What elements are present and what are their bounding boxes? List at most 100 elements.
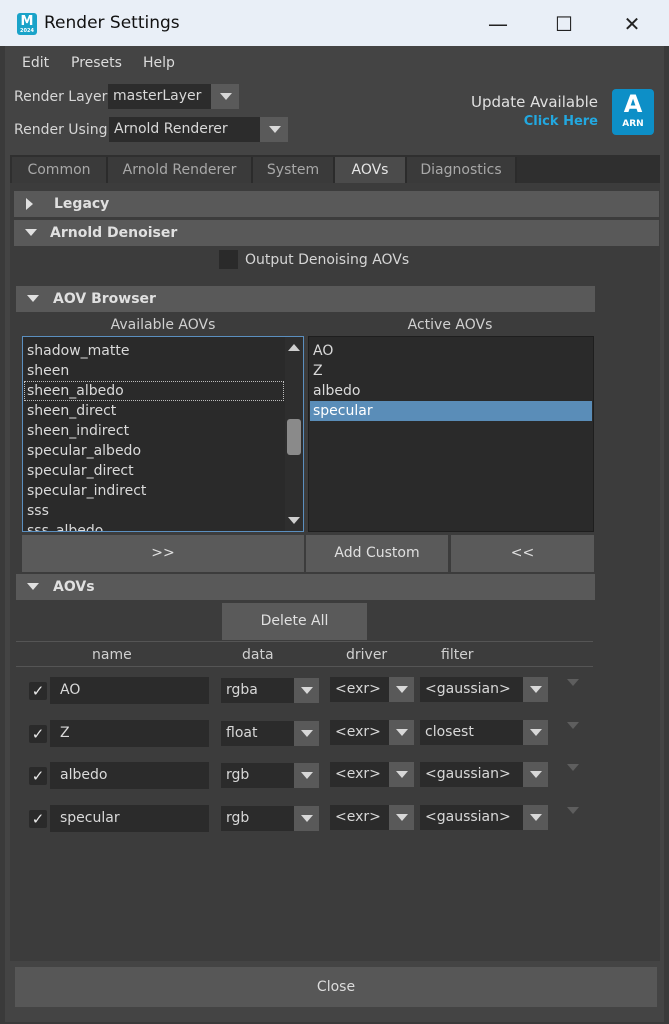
available-aov-item[interactable]: sss_albedo	[24, 521, 284, 531]
aov-data-dropdown[interactable]: float	[221, 720, 319, 746]
aov-filter-dropdown-value: closest	[425, 723, 474, 740]
aov-name-field[interactable]: AO	[50, 677, 209, 704]
add-all-aovs-button[interactable]: >>	[22, 535, 304, 572]
menu-help[interactable]: Help	[143, 55, 175, 71]
aov-name-field[interactable]: albedo	[50, 762, 209, 789]
output-denoising-label: Output Denoising AOVs	[245, 252, 410, 268]
remove-aovs-button[interactable]: <<	[451, 535, 594, 572]
available-aov-item[interactable]: sheen_direct	[24, 401, 284, 421]
aov-data-dropdown[interactable]: rgba	[221, 678, 319, 703]
tab-system[interactable]: System	[253, 157, 335, 183]
chevron-down-icon	[523, 719, 548, 745]
aov-name-field[interactable]: specular	[50, 804, 209, 832]
divider	[16, 641, 593, 642]
chevron-down-icon	[389, 762, 414, 787]
available-aov-item[interactable]: specular_albedo	[24, 441, 284, 461]
aov-data-dropdown-value: rgb	[226, 767, 250, 783]
aov-filter-dropdown-value: <gaussian>	[425, 681, 511, 697]
aov-filter-dropdown-value: <gaussian>	[425, 766, 511, 782]
available-aov-item[interactable]: sheen_indirect	[24, 421, 284, 441]
aov-enabled-checkbox[interactable]: ✓	[29, 724, 47, 743]
aov-options-arrow-icon[interactable]	[567, 806, 579, 814]
aov-enabled-checkbox[interactable]: ✓	[29, 682, 47, 700]
scrollbar-thumb[interactable]	[287, 419, 301, 455]
active-aovs-list[interactable]: AO Zalbedo specular	[308, 336, 594, 532]
aov-browser-section-header[interactable]: AOV Browser	[16, 286, 595, 312]
collapse-arrow-icon	[27, 583, 39, 590]
render-layer-dropdown[interactable]: masterLayer	[108, 84, 239, 109]
available-aov-item[interactable]: specular_direct	[24, 461, 284, 481]
active-aov-item[interactable]: albedo	[310, 381, 592, 401]
render-using-label: Render Using	[14, 122, 108, 138]
aov-data-dropdown-value: rgb	[226, 809, 250, 826]
aov-options-arrow-icon[interactable]	[567, 721, 579, 729]
aov-driver-dropdown[interactable]: <exr>	[330, 804, 414, 830]
aov-filter-dropdown[interactable]: <gaussian>	[420, 762, 548, 787]
chevron-down-icon	[389, 804, 414, 830]
minimize-button[interactable]: —	[478, 8, 518, 40]
aov-filter-dropdown[interactable]: <gaussian>	[420, 804, 548, 830]
chevron-down-icon	[260, 117, 288, 142]
tab-arnold-renderer[interactable]: Arnold Renderer	[108, 157, 253, 183]
aov-driver-dropdown-value: <exr>	[335, 766, 381, 782]
window-title: Render Settings	[44, 13, 180, 33]
available-aovs-list[interactable]: shadow_matte sheen sheen_albedo sheen_direc…	[22, 336, 304, 532]
aov-data-dropdown[interactable]: rgb	[221, 805, 319, 831]
close-button[interactable]: Close	[15, 967, 657, 1007]
add-custom-button[interactable]: Add Custom	[306, 535, 448, 572]
aov-driver-dropdown-value: <exr>	[335, 681, 381, 697]
update-click-here-link[interactable]: Click Here	[460, 114, 598, 129]
denoiser-section-header[interactable]: Arnold Denoiser	[14, 220, 659, 246]
column-header-filter: filter	[441, 647, 474, 663]
render-using-dropdown[interactable]: Arnold Renderer	[109, 117, 288, 142]
tab-common[interactable]: Common	[12, 157, 108, 183]
chevron-down-icon	[389, 677, 414, 702]
available-aov-item[interactable]: sheen	[24, 361, 284, 381]
active-aov-item[interactable]: specular	[310, 401, 592, 421]
available-aov-item[interactable]: sheen_albedo	[24, 381, 284, 401]
aov-data-dropdown-value: float	[226, 724, 258, 741]
aov-enabled-checkbox[interactable]: ✓	[29, 767, 47, 785]
tab-diagnostics[interactable]: Diagnostics	[407, 157, 517, 183]
chevron-down-icon	[294, 720, 319, 746]
collapse-arrow-icon	[25, 229, 37, 236]
legacy-section-header[interactable]: Legacy	[14, 191, 659, 217]
tab-aovs[interactable]: AOVs	[335, 157, 407, 183]
chevron-down-icon	[389, 719, 414, 745]
aovs-section-header[interactable]: AOVs	[16, 574, 595, 600]
scroll-down-icon[interactable]	[288, 517, 300, 524]
maximize-button[interactable]: ☐	[544, 8, 584, 40]
arnold-badge-icon[interactable]: A ARN	[612, 89, 654, 135]
aov-enabled-checkbox[interactable]: ✓	[29, 809, 47, 828]
aov-driver-dropdown-value: <exr>	[335, 723, 381, 740]
output-denoising-checkbox[interactable]	[219, 250, 238, 269]
render-layer-value: masterLayer	[113, 88, 202, 104]
chevron-down-icon	[523, 804, 548, 830]
aov-driver-dropdown[interactable]: <exr>	[330, 719, 414, 745]
update-available-text: Update Available	[471, 93, 598, 111]
aov-filter-dropdown[interactable]: <gaussian>	[420, 677, 548, 702]
aov-options-arrow-icon[interactable]	[567, 764, 579, 771]
aov-data-dropdown-value: rgba	[226, 682, 258, 698]
scroll-up-icon[interactable]	[288, 344, 300, 351]
aov-options-arrow-icon[interactable]	[567, 679, 579, 686]
delete-all-button[interactable]: Delete All	[222, 603, 367, 640]
active-aov-item[interactable]: AO	[310, 341, 592, 361]
menu-edit[interactable]: Edit	[22, 55, 49, 71]
aov-driver-dropdown[interactable]: <exr>	[330, 677, 414, 702]
aov-driver-dropdown[interactable]: <exr>	[330, 762, 414, 787]
available-aov-item[interactable]: shadow_matte	[24, 341, 284, 361]
available-aovs-scrollbar[interactable]	[285, 337, 303, 531]
available-aov-item[interactable]: sss	[24, 501, 284, 521]
chevron-down-icon	[211, 84, 239, 109]
chevron-down-icon	[523, 762, 548, 787]
aov-filter-dropdown[interactable]: closest	[420, 719, 548, 745]
menu-presets[interactable]: Presets	[71, 55, 122, 71]
available-aov-item[interactable]: specular_indirect	[24, 481, 284, 501]
aov-name-field[interactable]: Z	[50, 719, 209, 747]
chevron-down-icon	[294, 678, 319, 703]
active-aovs-label: Active AOVs	[407, 317, 493, 333]
active-aov-item[interactable]: Z	[310, 361, 592, 381]
aov-data-dropdown[interactable]: rgb	[221, 763, 319, 788]
close-window-button[interactable]: ✕	[612, 8, 652, 40]
